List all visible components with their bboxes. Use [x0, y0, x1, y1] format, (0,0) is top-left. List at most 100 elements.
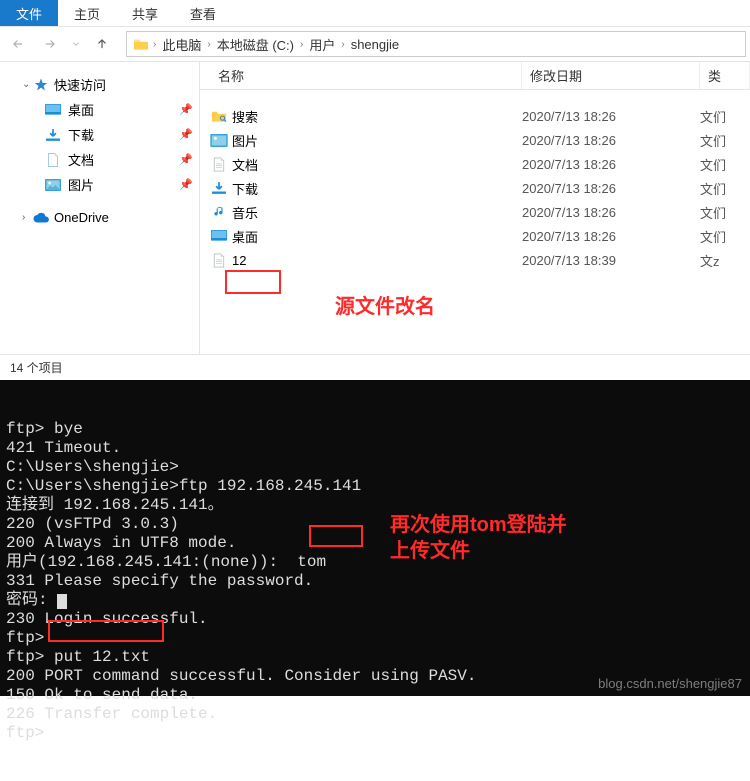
file-date: 2020/7/13 18:26: [522, 133, 700, 148]
terminal-line: ftp> put 12.txt: [6, 648, 744, 667]
menubar: 文件 主页 共享 查看: [0, 0, 750, 26]
terminal-line: 200 Always in UTF8 mode.: [6, 534, 744, 553]
sidebar-item-label: 图片: [62, 175, 94, 194]
terminal-line: 230 Login successful.: [6, 610, 744, 629]
annotation-rename: 源文件改名: [335, 290, 435, 319]
breadcrumb-current[interactable]: shengjie: [347, 37, 403, 52]
pin-icon: 📌: [179, 128, 193, 141]
chevron-down-icon: ⌄: [22, 79, 32, 90]
sidebar-item-label: OneDrive: [50, 210, 109, 225]
nav-up-button[interactable]: [88, 30, 116, 58]
toolbar: › 此电脑 › 本地磁盘 (C:) › 用户 › shengjie: [0, 26, 750, 62]
folder-icon: [131, 35, 151, 53]
file-name: 图片: [228, 131, 522, 150]
file-icon: [200, 204, 228, 220]
file-row[interactable]: 音乐2020/7/13 18:26文们: [200, 200, 750, 224]
sidebar-item-label: 桌面: [62, 100, 94, 119]
file-row[interactable]: 122020/7/13 18:39文z: [200, 248, 750, 272]
file-explorer: 文件 主页 共享 查看 › 此电脑 › 本地磁盘 (C:) › 用户 ›: [0, 0, 750, 380]
file-row[interactable]: 桌面2020/7/13 18:26文们: [200, 224, 750, 248]
sidebar-quick-access[interactable]: ⌄ 快速访问: [6, 72, 193, 97]
download-icon: [44, 128, 62, 142]
sidebar-onedrive[interactable]: › OneDrive: [6, 207, 193, 228]
file-list: 名称 修改日期 类 搜索2020/7/13 18:26文们图片2020/7/13…: [200, 62, 750, 354]
file-icon: [200, 109, 228, 123]
nav-history-button[interactable]: [68, 30, 84, 58]
annotation-terminal: 再次使用tom登陆并 上传文件: [390, 512, 567, 564]
file-icon: [200, 230, 228, 242]
file-name: 文档: [228, 155, 522, 174]
file-name: 12: [228, 253, 522, 268]
file-type: 文们: [700, 107, 726, 126]
sidebar-documents[interactable]: 文档 📌: [6, 147, 193, 172]
file-type: 文z: [700, 251, 720, 270]
terminal-line: ftp> bye: [6, 420, 744, 439]
chevron-right-icon: ›: [298, 39, 305, 50]
terminal-line: ftp>: [6, 724, 744, 743]
pin-icon: 📌: [179, 178, 193, 191]
file-type: 文们: [700, 131, 726, 150]
file-date: 2020/7/13 18:26: [522, 229, 700, 244]
sidebar-item-label: 下载: [62, 125, 94, 144]
sidebar-desktop[interactable]: 桌面 📌: [6, 97, 193, 122]
column-type[interactable]: 类: [700, 62, 750, 89]
star-icon: [32, 77, 50, 93]
file-row[interactable]: 文档2020/7/13 18:26文们: [200, 152, 750, 176]
pin-icon: 📌: [179, 103, 193, 116]
column-name[interactable]: 名称: [200, 62, 522, 89]
file-rows: 搜索2020/7/13 18:26文们图片2020/7/13 18:26文们文档…: [200, 90, 750, 272]
nav-forward-button[interactable]: [36, 30, 64, 58]
file-date: 2020/7/13 18:26: [522, 109, 700, 124]
file-date: 2020/7/13 18:39: [522, 253, 700, 268]
item-count: 14 个项目: [10, 361, 63, 375]
breadcrumb-users[interactable]: 用户: [305, 35, 339, 54]
tab-home[interactable]: 主页: [58, 0, 116, 26]
watermark: blog.csdn.net/shengjie87: [598, 676, 742, 691]
file-icon: [200, 253, 228, 268]
nav-back-button[interactable]: [4, 30, 32, 58]
document-icon: [44, 153, 62, 167]
sidebar: ⌄ 快速访问 桌面 📌 下载 📌: [0, 62, 200, 354]
terminal-line: 220 (vsFTPd 3.0.3): [6, 515, 744, 534]
file-name: 音乐: [228, 203, 522, 222]
file-type: 文们: [700, 227, 726, 246]
chevron-right-icon: ›: [205, 39, 212, 50]
file-row[interactable]: 下载2020/7/13 18:26文们: [200, 176, 750, 200]
file-row[interactable]: 图片2020/7/13 18:26文们: [200, 128, 750, 152]
file-icon: [200, 134, 228, 147]
column-headers: 名称 修改日期 类: [200, 62, 750, 90]
sidebar-item-label: 文档: [62, 150, 94, 169]
tab-share[interactable]: 共享: [116, 0, 174, 26]
breadcrumb-this-pc[interactable]: 此电脑: [158, 35, 205, 54]
file-date: 2020/7/13 18:26: [522, 205, 700, 220]
terminal-line: 421 Timeout.: [6, 439, 744, 458]
pin-icon: 📌: [179, 153, 193, 166]
file-row[interactable]: 搜索2020/7/13 18:26文们: [200, 104, 750, 128]
chevron-right-icon: ›: [151, 39, 158, 50]
file-icon: [200, 181, 228, 195]
sidebar-pictures[interactable]: 图片 📌: [6, 172, 193, 197]
desktop-icon: [44, 104, 62, 116]
file-date: 2020/7/13 18:26: [522, 181, 700, 196]
tab-file[interactable]: 文件: [0, 0, 58, 26]
sidebar-downloads[interactable]: 下载 📌: [6, 122, 193, 147]
file-type: 文们: [700, 155, 726, 174]
terminal[interactable]: ftp> bye421 Timeout.C:\Users\shengjie>C:…: [0, 380, 750, 696]
terminal-line: 用户(192.168.245.141:(none)): tom: [6, 553, 744, 572]
tab-view[interactable]: 查看: [174, 0, 232, 26]
file-date: 2020/7/13 18:26: [522, 157, 700, 172]
file-name: 搜索: [228, 107, 522, 126]
file-icon: [200, 157, 228, 172]
picture-icon: [44, 179, 62, 191]
terminal-line: C:\Users\shengjie>ftp 192.168.245.141: [6, 477, 744, 496]
terminal-line: 连接到 192.168.245.141。: [6, 496, 744, 515]
address-bar[interactable]: › 此电脑 › 本地磁盘 (C:) › 用户 › shengjie: [126, 31, 746, 57]
file-type: 文们: [700, 179, 726, 198]
breadcrumb-drive[interactable]: 本地磁盘 (C:): [213, 35, 298, 54]
terminal-line: 226 Transfer complete.: [6, 705, 744, 724]
file-name: 下载: [228, 179, 522, 198]
status-bar: 14 个项目: [0, 354, 750, 380]
chevron-right-icon: ›: [339, 39, 346, 50]
terminal-line: 密码:: [6, 591, 744, 610]
column-date[interactable]: 修改日期: [522, 62, 700, 89]
